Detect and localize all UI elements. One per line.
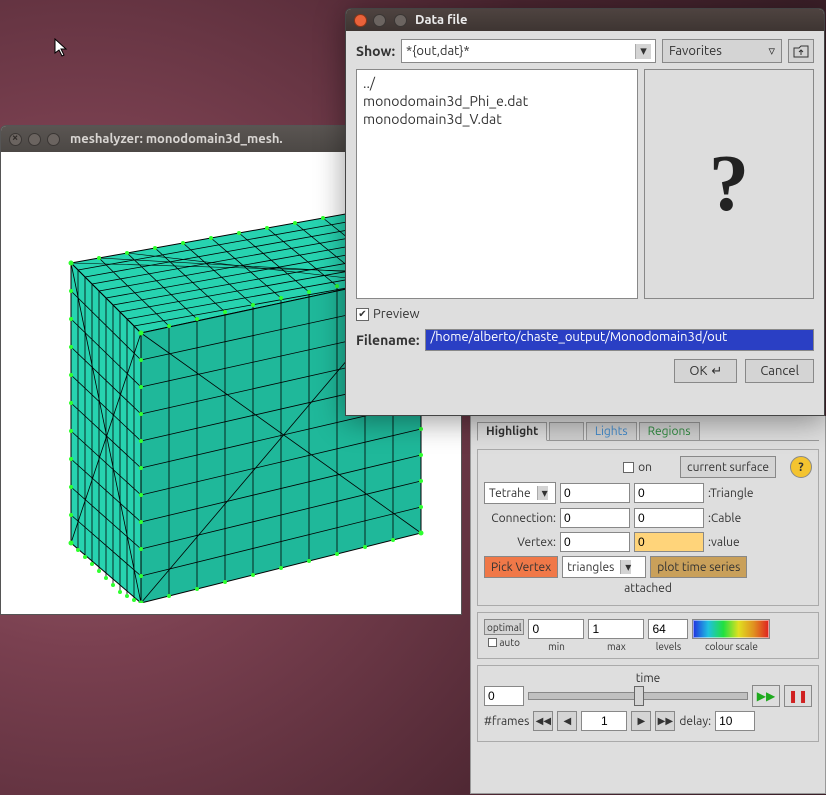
vertex-value[interactable]	[634, 532, 704, 552]
time-slider[interactable]	[528, 692, 748, 700]
time-label: time	[484, 672, 812, 685]
delay-label: delay:	[679, 715, 711, 728]
preview-checkbox-label: Preview	[373, 307, 420, 321]
element-index-1[interactable]	[560, 483, 630, 503]
delay-input[interactable]	[715, 711, 755, 731]
dialog-title: Data file	[415, 13, 467, 27]
frames-label: #frames	[484, 715, 529, 728]
max-input[interactable]	[588, 619, 644, 639]
favorites-button[interactable]: Favorites ▿	[662, 39, 782, 63]
chevron-down-icon: ▾	[537, 486, 548, 500]
pick-vertex-button[interactable]: Pick Vertex	[484, 556, 558, 578]
element-type-value: Tetrahe	[489, 487, 531, 500]
frame-number-input[interactable]	[581, 711, 627, 731]
optimal-button[interactable]: optimal	[484, 619, 524, 635]
question-icon: ?	[709, 139, 749, 230]
levels-input[interactable]	[648, 619, 688, 639]
max-under: max	[607, 641, 626, 652]
prev-frame-button[interactable]: ◀	[557, 711, 577, 731]
ok-button[interactable]: OK ↵	[674, 359, 737, 383]
favorites-label: Favorites	[669, 44, 722, 58]
cable-label: :Cable	[708, 512, 741, 525]
connection-label: Connection:	[484, 512, 556, 525]
close-icon[interactable]	[354, 14, 367, 27]
vertex-label: Vertex:	[484, 536, 556, 549]
time-value-input[interactable]	[484, 686, 524, 706]
ok-label: OK	[689, 364, 707, 378]
pause-button[interactable]: ❚❚	[784, 685, 812, 707]
minimize-icon[interactable]	[28, 133, 41, 146]
meshalyzer-title: meshalyzer: monodomain3d_mesh.	[70, 132, 283, 146]
filename-input[interactable]: /home/alberto/chaste_output/Monodomain3d…	[425, 329, 814, 351]
value-label: :value	[708, 536, 740, 549]
tab-lights[interactable]: Lights	[586, 422, 637, 440]
vertex-index[interactable]	[560, 532, 630, 552]
preview-pane: ?	[644, 69, 814, 299]
min-under: min	[548, 641, 565, 652]
folder-up-button[interactable]	[788, 39, 814, 63]
levels-under: levels	[656, 641, 681, 652]
file-item-parent[interactable]: ../	[363, 74, 631, 92]
triangles-select[interactable]: triangles ▾	[562, 556, 646, 578]
close-icon[interactable]: ×	[9, 133, 22, 146]
show-pattern-select[interactable]: *{out,dat}* ▾	[401, 39, 656, 63]
return-icon: ↵	[711, 364, 722, 379]
chevron-down-icon: ▾	[635, 44, 651, 59]
maximize-icon[interactable]	[394, 14, 407, 27]
next-frame-button[interactable]: ▶	[631, 711, 651, 731]
file-item[interactable]: monodomain3d_V.dat	[363, 110, 631, 128]
attached-label: attached	[624, 582, 672, 595]
colour-scale-bar[interactable]	[692, 619, 770, 639]
controls-panel: Highlight Lights Regions on current surf…	[470, 416, 826, 794]
preview-checkbox[interactable]: ✔	[356, 308, 369, 321]
first-frame-button[interactable]: ◀◀	[533, 711, 553, 731]
chevron-down-icon: ▿	[768, 44, 775, 59]
tab-highlight[interactable]: Highlight	[477, 422, 547, 441]
connection-index-2[interactable]	[634, 508, 704, 528]
highlight-group: on current surface ? Tetrahe▾ :Triangle …	[477, 449, 819, 606]
show-pattern-value: *{out,dat}*	[406, 44, 470, 58]
file-item[interactable]: monodomain3d_Phi_e.dat	[363, 92, 631, 110]
current-surface-button[interactable]: current surface	[680, 456, 776, 478]
min-input[interactable]	[528, 619, 584, 639]
colour-under: colour scale	[705, 641, 758, 652]
triangles-value: triangles	[567, 561, 614, 574]
slider-thumb[interactable]	[634, 686, 644, 706]
auto-checkbox[interactable]	[488, 638, 497, 647]
connection-index-1[interactable]	[560, 508, 630, 528]
plot-time-series-button[interactable]: plot time series	[650, 556, 747, 578]
help-button[interactable]: ?	[790, 456, 812, 478]
auto-label: auto	[499, 637, 520, 648]
file-list[interactable]: ../ monodomain3d_Phi_e.dat monodomain3d_…	[356, 69, 638, 299]
filename-value: /home/alberto/chaste_output/Monodomain3d…	[430, 330, 727, 344]
minimize-icon[interactable]	[373, 14, 386, 27]
tab-regions[interactable]: Regions	[639, 422, 700, 440]
data-file-dialog: Data file Show: *{out,dat}* ▾ Favorites …	[345, 8, 825, 416]
folder-up-icon	[793, 44, 809, 58]
last-frame-button[interactable]: ▶▶	[655, 711, 675, 731]
colourscale-group: optimal auto min max levels colour sc	[477, 612, 819, 659]
element-type-select[interactable]: Tetrahe ▾	[484, 482, 556, 504]
maximize-icon[interactable]	[47, 133, 60, 146]
on-label: on	[638, 461, 652, 474]
tab-disabled	[549, 422, 584, 440]
cancel-label: Cancel	[760, 364, 799, 378]
dialog-titlebar[interactable]: Data file	[346, 9, 824, 31]
on-checkbox[interactable]	[623, 462, 634, 473]
time-group: time ▶▶ ❚❚ #frames ◀◀ ◀ ▶ ▶▶ delay:	[477, 665, 819, 742]
play-button[interactable]: ▶▶	[752, 685, 780, 707]
filename-label: Filename:	[356, 332, 419, 348]
triangle-label: :Triangle	[708, 487, 754, 500]
show-label: Show:	[356, 43, 395, 59]
tab-bar: Highlight Lights Regions	[477, 422, 819, 441]
element-index-2[interactable]	[634, 483, 704, 503]
chevron-down-icon: ▾	[620, 560, 631, 574]
cancel-button[interactable]: Cancel	[745, 359, 814, 383]
